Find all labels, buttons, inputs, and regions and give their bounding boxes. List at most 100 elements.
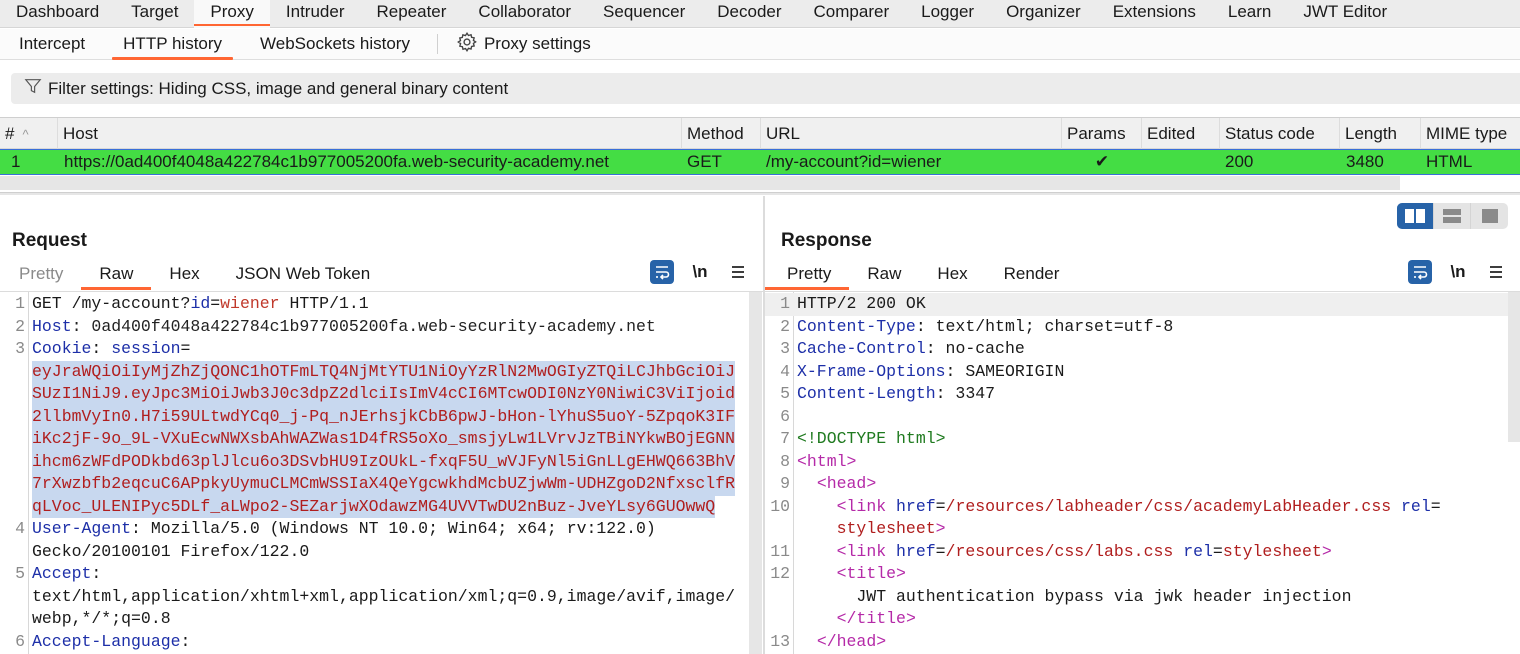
tag-bracket: </ bbox=[836, 609, 857, 628]
request-tab-hex[interactable]: Hex bbox=[151, 258, 217, 290]
response-tab-render[interactable]: Render bbox=[986, 258, 1078, 290]
column-header-edited[interactable]: Edited bbox=[1142, 118, 1220, 149]
attribute-value: /resources/css/labs.css bbox=[945, 541, 1174, 561]
header-separator: : bbox=[180, 631, 191, 651]
session-jwt-selected[interactable]: 2llbmVyIn0.H7i59ULtwdYCq0_j-Pq_nJErhsjkC… bbox=[32, 405, 736, 428]
column-header-status-code[interactable]: Status code bbox=[1220, 118, 1340, 149]
tag-bracket: < bbox=[836, 564, 847, 583]
tab-organizer[interactable]: Organizer bbox=[990, 0, 1097, 28]
tab-sequencer[interactable]: Sequencer bbox=[587, 0, 701, 28]
header-name: X-Frame-Options bbox=[797, 361, 946, 381]
attribute-name: rel bbox=[1391, 496, 1431, 516]
sort-ascending-icon: ^ bbox=[22, 127, 29, 142]
query-param-value: wiener bbox=[220, 294, 280, 313]
column-header-params[interactable]: Params bbox=[1062, 118, 1142, 149]
header-value: : text/html; charset=utf-8 bbox=[915, 316, 1174, 336]
response-tab-raw[interactable]: Raw bbox=[849, 258, 919, 290]
request-vertical-scrollbar[interactable] bbox=[749, 292, 762, 654]
word-wrap-toggle[interactable] bbox=[1408, 260, 1432, 284]
request-line-1: 1 GET /my-account?id=wiener HTTP/1.1 bbox=[0, 293, 735, 316]
http-version: HTTP/1.1 bbox=[279, 294, 369, 313]
tag-bracket: < bbox=[797, 451, 807, 471]
tab-extensions[interactable]: Extensions bbox=[1097, 0, 1212, 28]
table-horizontal-scrollbar[interactable] bbox=[0, 176, 1400, 190]
layout-tabs-button[interactable] bbox=[1471, 203, 1508, 229]
main-tab-bar: Dashboard Target Proxy Intruder Repeater… bbox=[0, 0, 1520, 28]
line-number: 3 bbox=[15, 339, 25, 358]
response-editor[interactable]: 1 HTTP/2 200 OK 2 Content-Type: text/htm… bbox=[765, 291, 1520, 654]
subtab-websockets-history[interactable]: WebSockets history bbox=[241, 29, 429, 60]
tab-comparer[interactable]: Comparer bbox=[798, 0, 906, 28]
session-jwt-selected[interactable]: qLVoc_ULENIPyc5DLf_aLWpo2-SEZarjwXOdawzM… bbox=[32, 495, 716, 518]
subtab-http-history[interactable]: HTTP history bbox=[104, 29, 241, 60]
response-line-3: 3 Cache-Control: no-cache bbox=[765, 338, 1508, 361]
response-tab-pretty[interactable]: Pretty bbox=[765, 258, 850, 290]
column-header-host[interactable]: Host bbox=[58, 118, 682, 149]
column-header-mime-type[interactable]: MIME type bbox=[1421, 118, 1520, 149]
doctype: <!DOCTYPE html> bbox=[797, 429, 946, 448]
table-row[interactable]: 1 https://0ad400f4048a422784c1b977005200… bbox=[0, 149, 1520, 175]
request-line-3: 3 Cookie: session= eyJraWQiOiIyMjZhZjQONC… bbox=[0, 338, 736, 518]
request-tab-pretty[interactable]: Pretty bbox=[0, 258, 81, 290]
column-header-url[interactable]: URL bbox=[761, 118, 1062, 149]
head-tag: head bbox=[826, 474, 867, 493]
subtab-intercept[interactable]: Intercept bbox=[0, 29, 104, 60]
session-jwt-selected[interactable]: SUzI1NiJ9.eyJpc3MiOiJwb3J0c3dpZ2dlciIsIm… bbox=[32, 383, 736, 406]
column-header-number[interactable]: # ^ bbox=[0, 118, 58, 149]
session-jwt-selected[interactable]: 7rXwzbfb2eqcuC6APpkyUymuCLMCmWSSIaX4QeYg… bbox=[32, 473, 736, 496]
layout-side-by-side-button[interactable] bbox=[1397, 203, 1434, 229]
show-newlines-toggle[interactable]: \n bbox=[688, 260, 712, 284]
request-tab-json-web-token[interactable]: JSON Web Token bbox=[218, 258, 389, 290]
session-jwt-selected[interactable]: eyJraWQiOiIyMjZhZjQONC1hOTFmLTQ4NjMtYTU1… bbox=[32, 360, 736, 383]
layout-stacked-button[interactable] bbox=[1434, 203, 1471, 229]
response-vertical-scrollbar[interactable] bbox=[1508, 292, 1520, 442]
column-header-length[interactable]: Length bbox=[1340, 118, 1421, 149]
tab-target[interactable]: Target bbox=[115, 0, 194, 28]
response-line-6: 6 bbox=[765, 406, 1508, 429]
filter-settings-bar[interactable]: Filter settings: Hiding CSS, image and g… bbox=[11, 73, 1520, 104]
response-tab-hex[interactable]: Hex bbox=[919, 258, 985, 290]
line-number: 13 bbox=[770, 631, 790, 651]
header-value: : 3347 bbox=[935, 384, 996, 403]
column-header-method[interactable]: Method bbox=[682, 118, 761, 149]
word-wrap-icon bbox=[656, 266, 670, 280]
word-wrap-toggle[interactable] bbox=[650, 260, 674, 284]
response-line-9: 9 <head> bbox=[765, 473, 1508, 496]
html-tag: html bbox=[806, 451, 847, 471]
request-editor[interactable]: 1 GET /my-account?id=wiener HTTP/1.1 2 H… bbox=[0, 291, 763, 654]
gear-icon bbox=[456, 31, 478, 58]
tab-decoder[interactable]: Decoder bbox=[701, 0, 797, 28]
split-pane-divider[interactable] bbox=[0, 193, 1520, 195]
proxy-settings-button[interactable]: Proxy settings bbox=[444, 29, 603, 60]
table-header: # ^ Host Method URL Params Edited Status … bbox=[0, 118, 1520, 149]
tab-intruder[interactable]: Intruder bbox=[270, 0, 361, 28]
header-name: Cookie bbox=[32, 339, 92, 358]
tab-collaborator[interactable]: Collaborator bbox=[462, 0, 587, 28]
show-newlines-toggle[interactable]: \n bbox=[1446, 260, 1470, 284]
cell-url: /my-account?id=wiener bbox=[766, 152, 942, 171]
query-param-name: id bbox=[190, 294, 211, 313]
tag-bracket: > bbox=[876, 631, 887, 651]
tab-logger[interactable]: Logger bbox=[905, 0, 990, 28]
equals-sign: = bbox=[210, 294, 221, 313]
tab-learn[interactable]: Learn bbox=[1212, 0, 1287, 28]
request-line-2: 2 Host: 0ad400f4048a422784c1b977005200fa… bbox=[0, 316, 735, 339]
cell-method: GET bbox=[687, 152, 722, 171]
attribute-name: href bbox=[886, 496, 936, 516]
editor-menu-button[interactable] bbox=[1484, 260, 1508, 284]
session-jwt-selected[interactable]: ihcm6zWFdPODkbd63plJlcu6o3DSvbHU9IzOUkL-… bbox=[32, 450, 736, 473]
cell-number: 1 bbox=[11, 152, 21, 171]
tab-dashboard[interactable]: Dashboard bbox=[0, 0, 115, 28]
hamburger-menu-icon bbox=[1490, 266, 1502, 278]
line-number: 2 bbox=[15, 316, 25, 336]
cell-status-code: 200 bbox=[1225, 152, 1254, 171]
editor-menu-button[interactable] bbox=[726, 260, 750, 284]
response-line-2: 2 Content-Type: text/html; charset=utf-8 bbox=[765, 316, 1508, 339]
tab-proxy[interactable]: Proxy bbox=[194, 0, 271, 28]
request-tab-raw[interactable]: Raw bbox=[81, 258, 152, 290]
tab-repeater[interactable]: Repeater bbox=[360, 0, 462, 28]
tab-jwt-editor[interactable]: JWT Editor bbox=[1287, 0, 1403, 28]
session-jwt-selected[interactable]: iKc2jF-9o_9L-VXuEcwNWXsbAhWAZWas1D4fRS5o… bbox=[32, 428, 736, 451]
request-editor-tools: \n bbox=[650, 260, 750, 284]
line-number: 12 bbox=[770, 564, 790, 583]
